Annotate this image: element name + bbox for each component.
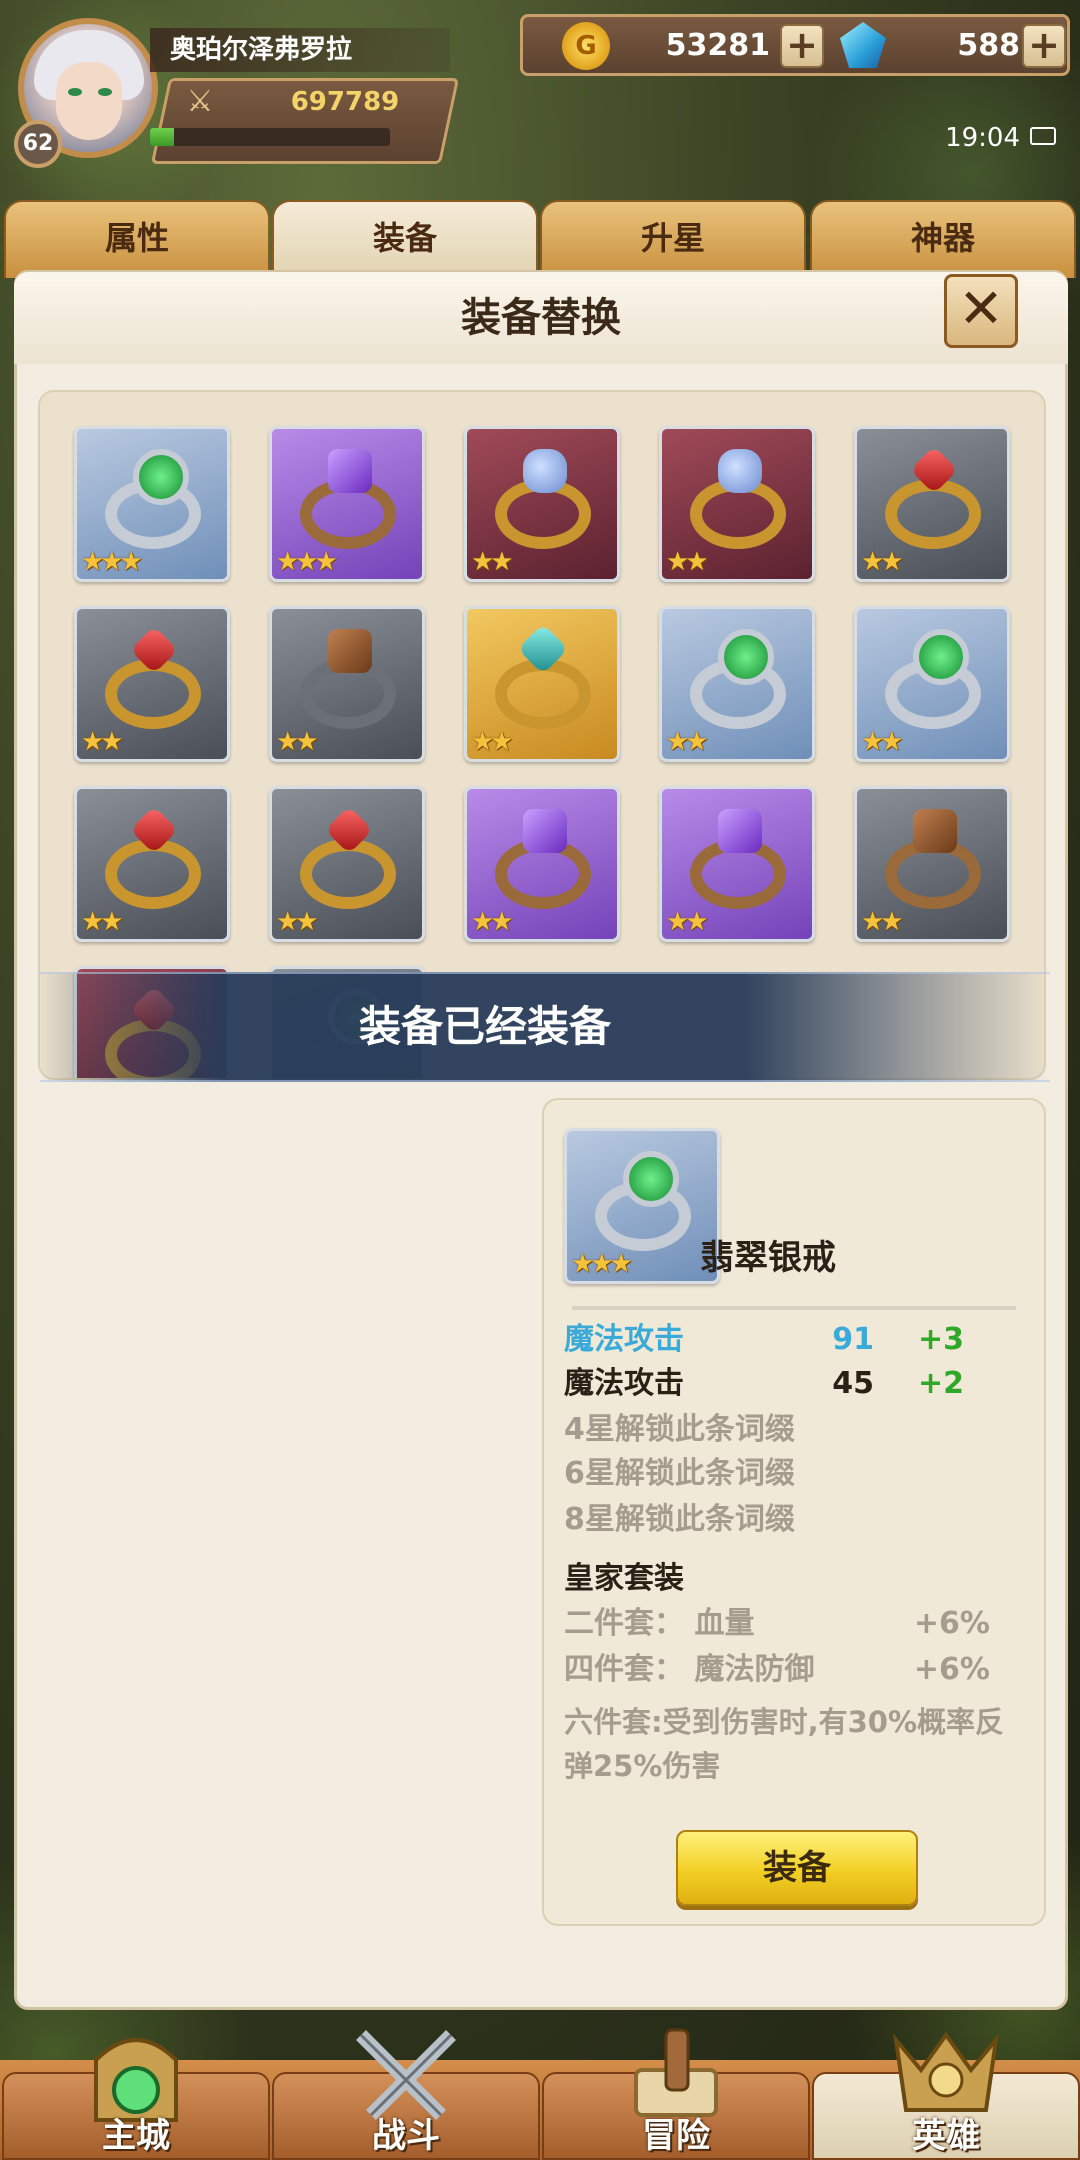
add-gold-button[interactable]: + xyxy=(780,24,824,68)
equipment-slot[interactable]: ★★ xyxy=(464,426,620,582)
gemstone-icon xyxy=(328,449,372,493)
set-bonus-label: 二件套： 血量 xyxy=(564,1606,755,1641)
set-bonus-row: 二件套： 血量 +6% xyxy=(564,1602,1014,1646)
exp-bar-fill xyxy=(150,128,174,146)
equip-button[interactable]: 装备 xyxy=(676,1830,918,1906)
set-bonus-value: +6% xyxy=(913,1606,990,1641)
star-rating: ★★ xyxy=(666,907,709,937)
tab-attributes[interactable]: 属性 xyxy=(4,200,270,278)
add-gems-button[interactable]: + xyxy=(1022,24,1066,68)
star-rating: ★★ xyxy=(81,727,124,757)
star-rating: ★★ xyxy=(666,547,709,577)
nav-label-battle: 战斗 xyxy=(372,2116,440,2156)
gemstone-icon xyxy=(913,629,969,685)
clock-time: 19:04 xyxy=(945,123,1020,153)
tab-artifact[interactable]: 神器 xyxy=(810,200,1076,278)
equipment-slot[interactable]: ★★ xyxy=(659,426,815,582)
player-level-badge: 62 xyxy=(14,120,62,168)
equipment-slot[interactable]: ★★ xyxy=(854,786,1010,942)
set-six-description: 六件套:受到伤害时,有30%概率反弹25%伤害 xyxy=(564,1705,1005,1783)
gemstone-icon xyxy=(913,809,957,853)
tab-star-up[interactable]: 升星 xyxy=(540,200,806,278)
equipment-slot[interactable]: ★★★ xyxy=(269,426,425,582)
set-title: 皇家套装 xyxy=(564,1561,684,1596)
gemstone-icon xyxy=(523,809,567,853)
stat-row: 魔法攻击 45 +2 xyxy=(564,1362,1014,1406)
gemstone-icon xyxy=(718,809,762,853)
star-rating: ★★ xyxy=(471,547,514,577)
equipment-slot[interactable]: ★★★ xyxy=(74,426,230,582)
ring-icon: ★★★ xyxy=(564,1128,720,1284)
detail-stars: ★★★ xyxy=(571,1249,633,1279)
locked-affix: 6星解锁此条词缀 xyxy=(564,1456,795,1491)
star-rating: ★★ xyxy=(666,727,709,757)
locked-affix: 8星解锁此条词缀 xyxy=(564,1502,795,1537)
set-bonus-value: +6% xyxy=(913,1652,990,1687)
equipment-slot[interactable]: ★★ xyxy=(854,606,1010,762)
star-rating: ★★ xyxy=(861,727,904,757)
stat-value: 91 xyxy=(832,1322,874,1357)
equipment-slot[interactable]: ★★ xyxy=(854,426,1010,582)
star-rating: ★★ xyxy=(276,907,319,937)
stat-row: 魔法攻击 91 +3 xyxy=(564,1318,1014,1362)
locked-affix: 4星解锁此条词缀 xyxy=(564,1412,795,1447)
tab-equipment[interactable]: 装备 xyxy=(272,200,538,278)
stat-bonus: +2 xyxy=(917,1366,964,1401)
combat-power-value: 697789 xyxy=(290,87,400,117)
equipment-slot[interactable]: ★★ xyxy=(464,786,620,942)
gold-amount: 53281 xyxy=(665,28,770,63)
gemstone-icon xyxy=(133,449,189,505)
set-bonus-row: 四件套： 魔法防御 +6% xyxy=(564,1648,1014,1692)
star-rating: ★★ xyxy=(861,907,904,937)
gemstone-icon xyxy=(328,629,372,673)
nav-label-adventure: 冒险 xyxy=(642,2116,710,2156)
gemstone-icon xyxy=(718,449,762,493)
star-rating: ★★★ xyxy=(276,547,338,577)
stat-value: 45 xyxy=(832,1366,874,1401)
crossed-swords-icon: ⚔ xyxy=(186,84,214,119)
equipment-slot[interactable]: ★★ xyxy=(74,786,230,942)
star-rating: ★★ xyxy=(471,727,514,757)
nav-label-hero: 英雄 xyxy=(912,2116,980,2156)
gemstone-icon xyxy=(523,449,567,493)
gemstone-icon xyxy=(718,629,774,685)
equipment-slot[interactable]: ★★ xyxy=(464,606,620,762)
close-button[interactable]: ✕ xyxy=(944,274,1018,348)
equipment-slot[interactable]: ★★ xyxy=(269,786,425,942)
set-bonus-label: 四件套： 魔法防御 xyxy=(564,1652,815,1687)
equipment-slot[interactable]: ★★ xyxy=(659,786,815,942)
stat-name: 魔法攻击 xyxy=(564,1366,684,1401)
item-name: 翡翠银戒 xyxy=(700,1238,836,1278)
equipment-slot[interactable]: ★★ xyxy=(269,606,425,762)
player-name: 奥珀尔泽弗罗拉 xyxy=(150,28,450,72)
star-rating: ★★ xyxy=(471,907,514,937)
dialog-title: 装备替换 xyxy=(14,272,1068,364)
equipment-slot[interactable]: ★★ xyxy=(74,606,230,762)
star-rating: ★★★ xyxy=(81,547,143,577)
gem-amount: 588 xyxy=(957,28,1020,63)
exp-bar xyxy=(150,128,390,146)
nav-label-main-city: 主城 xyxy=(102,2116,170,2156)
stat-bonus: +3 xyxy=(917,1322,964,1357)
battery-icon xyxy=(1030,127,1056,145)
toast-message: 装备已经装备 xyxy=(40,972,1050,1082)
stat-name: 魔法攻击 xyxy=(564,1322,684,1357)
divider xyxy=(572,1306,1016,1310)
star-rating: ★★ xyxy=(276,727,319,757)
equipment-slot[interactable]: ★★ xyxy=(659,606,815,762)
star-rating: ★★ xyxy=(81,907,124,937)
star-rating: ★★ xyxy=(861,547,904,577)
